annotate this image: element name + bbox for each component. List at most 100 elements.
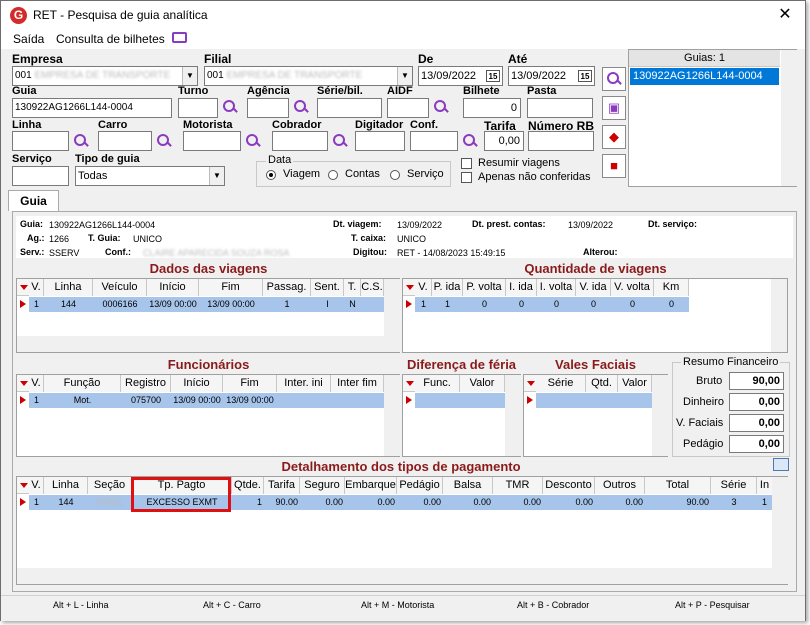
col-inter-fim[interactable]: Inter fim [331,375,384,392]
col-sent[interactable]: Sent. [311,279,344,296]
de-date-field[interactable]: 13/09/2022 15 [418,66,503,86]
search-icon[interactable] [293,99,309,115]
cobrador-input[interactable] [272,131,328,151]
col-vida[interactable]: V. ida [576,279,611,296]
col-balsa[interactable]: Balsa [443,477,493,494]
col-tarifa[interactable]: Tarifa [264,477,300,494]
funcionarios-vscroll[interactable] [384,375,400,456]
empresa-select[interactable]: 001 EMPRESA DE TRANSPORTE ▼ [12,66,198,86]
guias-list-item[interactable]: 130922AG1266L144-0004 [630,68,779,85]
viagens-hscroll[interactable] [17,336,384,352]
servico-input[interactable] [12,166,69,186]
col-cs[interactable]: C.S. [361,279,384,296]
serie-input[interactable] [317,98,382,118]
servico-radio[interactable] [390,170,400,180]
col-desconto[interactable]: Desconto [543,477,595,494]
viagem-radio[interactable] [266,170,276,180]
digitador-input[interactable] [355,131,405,151]
col-inicio[interactable]: Início [147,279,199,296]
col-ivolta[interactable]: I. volta [537,279,576,296]
col-passag[interactable]: Passag. [263,279,311,296]
filial-select[interactable]: 001 EMPRESA DE TRANSPORTE ▼ [204,66,413,86]
table-row[interactable] [536,393,652,408]
col-pedagio[interactable]: Pedágio [397,477,443,494]
col-fim[interactable]: Fim [223,375,277,392]
zoom-icon[interactable] [773,458,789,471]
col-fim[interactable]: Fim [199,279,263,296]
quantidade-vscroll[interactable] [771,279,787,352]
apenas-checkbox[interactable] [461,172,472,183]
col-v[interactable]: V. [415,279,432,296]
pagamento-vscroll[interactable] [772,477,788,584]
col-seguro[interactable]: Seguro [300,477,345,494]
diferenca-vscroll[interactable] [505,375,521,456]
carro-input[interactable] [98,131,152,151]
search-icon[interactable] [73,133,89,149]
col-func[interactable]: Func. [415,375,460,392]
chevron-down-icon[interactable]: ▼ [182,67,197,85]
col-linha[interactable]: Linha [44,477,88,494]
table-row[interactable] [415,393,505,408]
guia-input[interactable]: 130922AG1266L144-0004 [12,98,172,118]
col-funcao[interactable]: Função [44,375,121,392]
search-icon[interactable] [156,133,172,149]
col-qtd[interactable]: Qtd. [586,375,618,392]
col-outros[interactable]: Outros [595,477,645,494]
col-tmr[interactable]: TMR [493,477,543,494]
ate-date-field[interactable]: 13/09/2022 15 [508,66,595,86]
search-icon[interactable] [332,133,348,149]
bilhete-input[interactable]: 0 [463,98,521,118]
motorista-input[interactable] [183,131,241,151]
viagens-vscroll[interactable] [384,279,400,352]
tarifa-input[interactable]: 0,00 [484,131,524,151]
col-inicio[interactable]: Início [171,375,223,392]
col-linha[interactable]: Linha [44,279,93,296]
menu-consulta-bilhetes[interactable]: Consulta de bilhetes [56,32,165,46]
col-iida[interactable]: I. ida [506,279,537,296]
col-km[interactable]: Km [654,279,689,296]
resumir-checkbox[interactable] [461,158,472,169]
search-icon[interactable] [462,133,478,149]
menu-saida[interactable]: Saída [13,32,44,46]
search-icon[interactable] [222,99,238,115]
chevron-down-icon[interactable]: ▼ [397,67,412,85]
col-valor[interactable]: Valor [460,375,505,392]
bruto-field[interactable]: 90,00 [729,372,784,390]
tipo-guia-select[interactable]: Todas ▼ [75,166,225,186]
aidf-input[interactable] [387,98,429,118]
col-embarque[interactable]: Embarque [345,477,397,494]
vales-vscroll[interactable] [652,375,668,456]
close-button[interactable]: ✕ [773,5,797,25]
col-serie[interactable]: Série [711,477,757,494]
table-row[interactable]: 1 Mot. 075700 13/09 00:00 13/09 00:00 [29,393,384,408]
table-row[interactable]: 1 1 0 0 0 0 0 0 [415,297,689,312]
col-pvolta[interactable]: P. volta [463,279,506,296]
calendar-icon[interactable]: 15 [486,70,500,82]
col-qtde[interactable]: Qtde. [232,477,264,494]
col-t[interactable]: T. [344,279,361,296]
contas-radio[interactable] [328,170,338,180]
delete-button[interactable]: ■ [602,154,626,178]
linha-input[interactable] [12,131,69,151]
tab-guia[interactable]: Guia [8,190,59,211]
col-v[interactable]: V. [29,375,44,392]
col-pida[interactable]: P. ida [432,279,463,296]
col-v[interactable]: V. [29,477,44,494]
pedagio-field[interactable]: 0,00 [729,435,784,453]
pasta-input[interactable] [527,98,593,118]
col-v[interactable]: V. [29,279,44,296]
col-vvolta[interactable]: V. volta [611,279,654,296]
monitor-icon[interactable] [172,32,187,43]
col-registro[interactable]: Registro [121,375,171,392]
col-in[interactable]: In [757,477,772,494]
search-button[interactable] [602,67,626,91]
col-valor[interactable]: Valor [618,375,652,392]
search-icon[interactable] [433,99,449,115]
calendar-icon[interactable]: 15 [578,70,592,82]
col-serie[interactable]: Série [536,375,586,392]
table-row[interactable]: 1 144 0006166 13/09 00:00 13/09 00:00 1 … [29,297,384,312]
print-button[interactable]: ▣ [602,96,626,120]
col-secao[interactable]: Seção [88,477,132,494]
col-inter-ini[interactable]: Inter. ini [277,375,331,392]
col-veiculo[interactable]: Veículo [93,279,147,296]
